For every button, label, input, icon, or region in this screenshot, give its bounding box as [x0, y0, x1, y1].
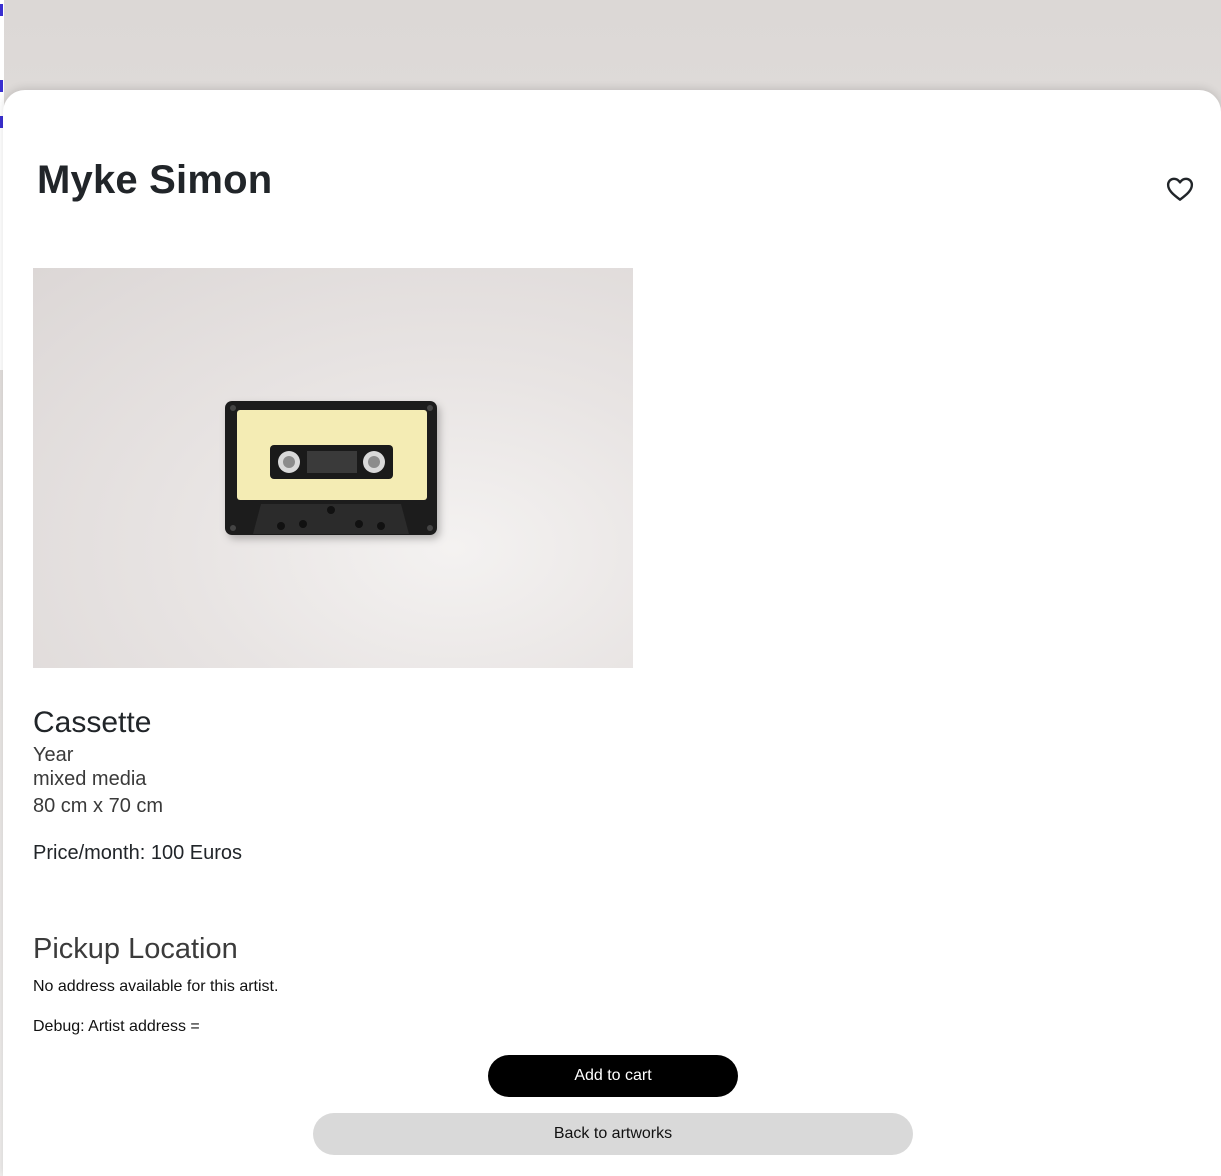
artwork-dimensions: 80 cm x 70 cm [33, 795, 164, 817]
cassette-tape-photo [225, 401, 437, 535]
artwork-title: Cassette [33, 706, 152, 739]
artwork-image [33, 268, 633, 668]
add-to-cart-button[interactable]: Add to cart [488, 1055, 738, 1097]
artwork-detail-modal: Myke Simon Cassette Year mixed media 80 … [3, 90, 1221, 1176]
pickup-location-heading: Pickup Location [33, 933, 238, 965]
back-to-artworks-button[interactable]: Back to artworks [313, 1113, 913, 1155]
artist-name: Myke Simon [37, 158, 273, 202]
artwork-year: Year [33, 744, 74, 766]
artwork-medium: mixed media [33, 768, 147, 790]
background-link-fragment [0, 4, 3, 16]
background-link-fragment [0, 80, 3, 92]
heart-outline-icon [1166, 177, 1194, 201]
debug-address-line: Debug: Artist address = [33, 1018, 200, 1035]
favorite-button[interactable] [1165, 174, 1195, 204]
pickup-address-message: No address available for this artist. [33, 978, 279, 995]
artwork-price: Price/month: 100 Euros [33, 842, 242, 864]
